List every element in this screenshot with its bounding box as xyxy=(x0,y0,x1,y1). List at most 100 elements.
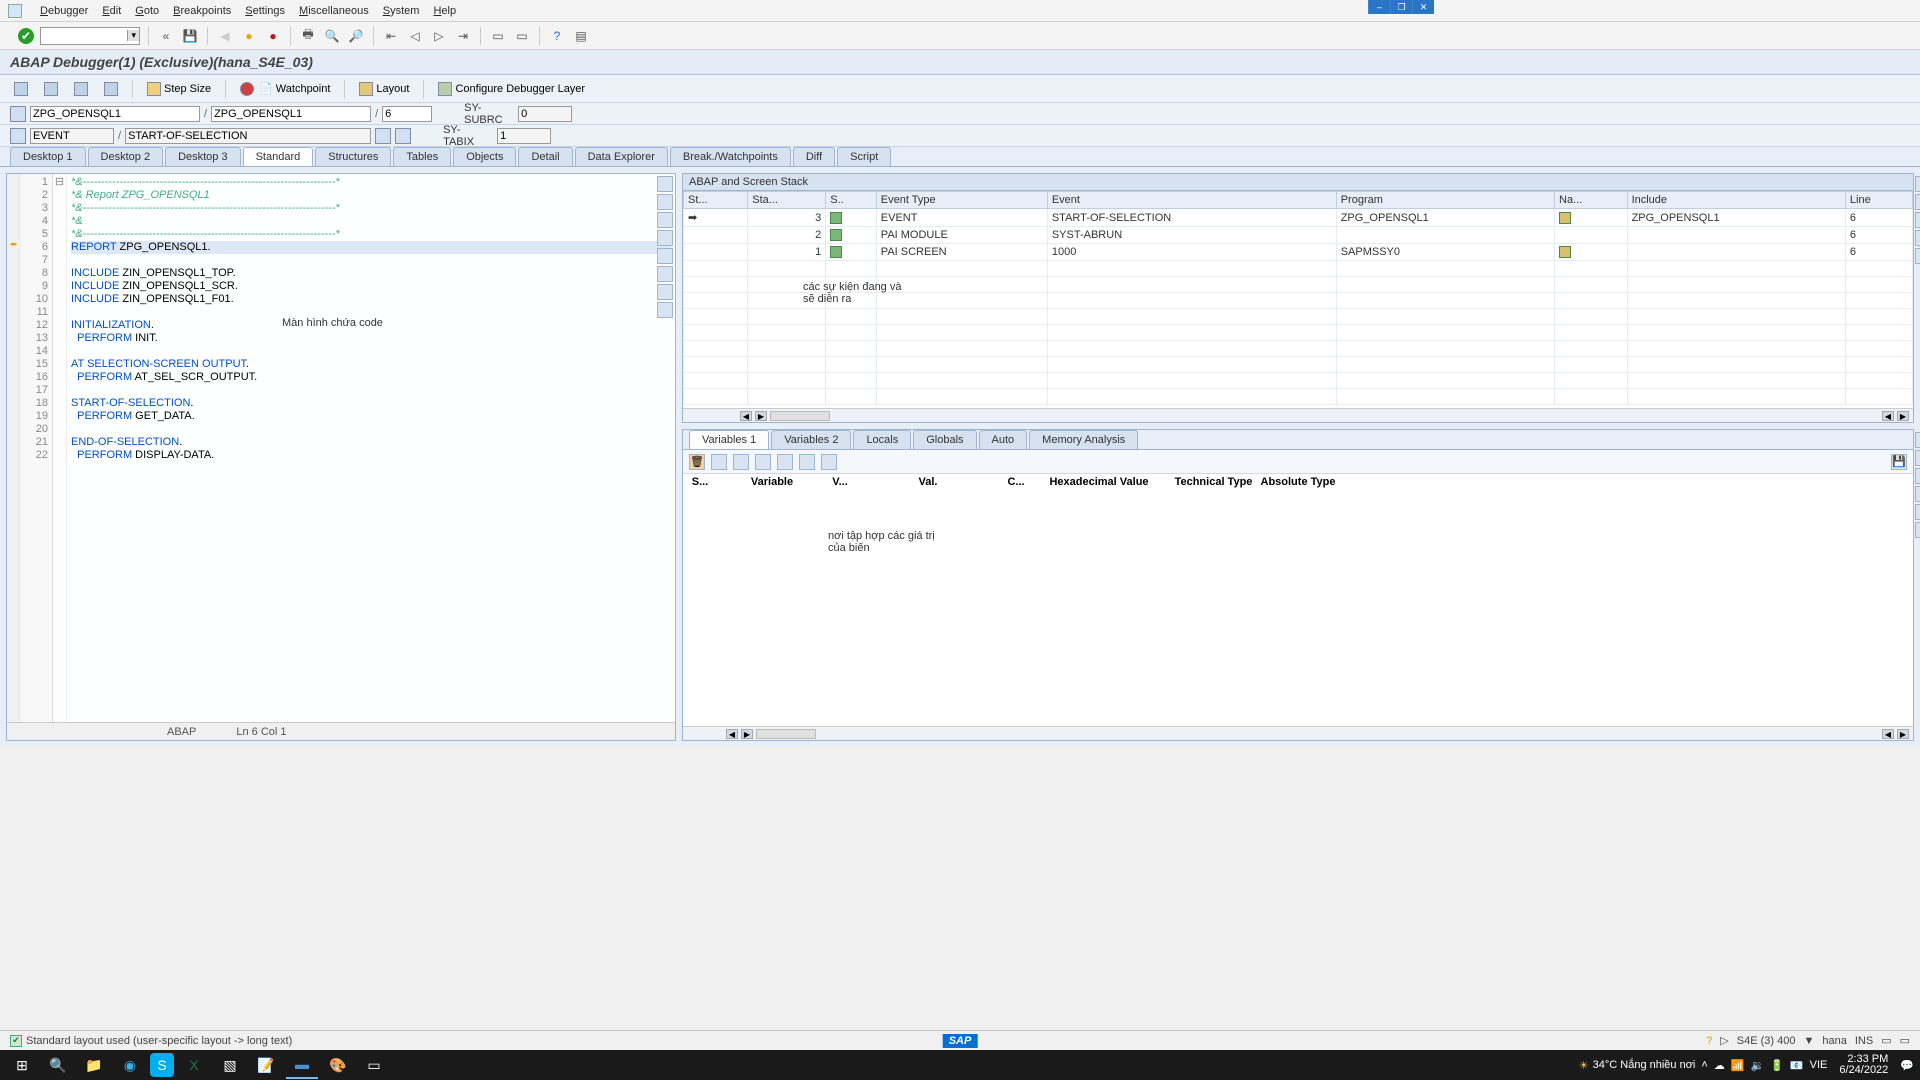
var-scroll-right[interactable]: ▶ xyxy=(741,729,753,739)
status-icon-1[interactable]: ▭ xyxy=(1881,1034,1891,1047)
side-icon-6[interactable] xyxy=(657,266,673,282)
first-page-icon[interactable]: ⇤ xyxy=(382,27,400,45)
tray-sound-icon[interactable]: 🔉 xyxy=(1751,1059,1765,1072)
window2-icon[interactable]: ▭ xyxy=(513,27,531,45)
close-button[interactable]: ✕ xyxy=(1412,0,1434,14)
watchpoint-button[interactable]: 📄Watchpoint xyxy=(236,80,334,98)
scroll-right2-icon[interactable]: ▶ xyxy=(1897,411,1909,421)
stack-col-Line[interactable]: Line xyxy=(1845,192,1912,209)
stack-col-Event[interactable]: Event xyxy=(1047,192,1336,209)
tray-mail-icon[interactable]: 📧 xyxy=(1790,1059,1804,1072)
var-tab-memory-analysis[interactable]: Memory Analysis xyxy=(1029,430,1138,449)
tab-break-watchpoints[interactable]: Break./Watchpoints xyxy=(670,147,791,166)
var-tb-5[interactable] xyxy=(777,454,793,470)
menu-settings[interactable]: Settings xyxy=(245,5,285,17)
var-tb-6[interactable] xyxy=(799,454,815,470)
program-nav-icon[interactable] xyxy=(10,106,26,122)
command-field[interactable] xyxy=(40,27,140,45)
var-scroll-left[interactable]: ◀ xyxy=(726,729,738,739)
layout-button[interactable]: Layout xyxy=(355,80,413,98)
paint-icon[interactable]: 🎨 xyxy=(322,1051,354,1079)
last-page-icon[interactable]: ⇥ xyxy=(454,27,472,45)
sy-subrc-field[interactable] xyxy=(518,106,572,122)
code-line-5[interactable]: *&--------------------------------------… xyxy=(71,228,671,241)
code-line-18[interactable]: START-OF-SELECTION. xyxy=(71,397,671,410)
sy-tabix-field[interactable] xyxy=(497,128,551,144)
var-tab-locals[interactable]: Locals xyxy=(853,430,911,449)
side-icon-3[interactable] xyxy=(657,212,673,228)
help-icon[interactable]: ? xyxy=(548,27,566,45)
var-scroll-left2[interactable]: ◀ xyxy=(1882,729,1894,739)
var-tb-3[interactable] xyxy=(733,454,749,470)
back-icon[interactable]: « xyxy=(157,27,175,45)
scroll-left2-icon[interactable]: ◀ xyxy=(1882,411,1894,421)
tab-objects[interactable]: Objects xyxy=(453,147,516,166)
stack-side-5[interactable] xyxy=(1915,248,1920,264)
event-btn2-icon[interactable] xyxy=(395,128,411,144)
stack-col-Program[interactable]: Program xyxy=(1336,192,1554,209)
side-icon-4[interactable] xyxy=(657,230,673,246)
var-col-S[interactable]: S... xyxy=(685,476,715,488)
stack-col-S[interactable]: S.. xyxy=(826,192,877,209)
tab-script[interactable]: Script xyxy=(837,147,891,166)
menu-help[interactable]: Help xyxy=(433,5,456,17)
tab-detail[interactable]: Detail xyxy=(518,147,572,166)
stack-col-Sta[interactable]: Sta... xyxy=(748,192,826,209)
code-line-13[interactable]: PERFORM INIT. xyxy=(71,332,671,345)
menu-goto[interactable]: Goto xyxy=(135,5,159,17)
var-side-2[interactable] xyxy=(1915,450,1920,466)
stack-col-EventType[interactable]: Event Type xyxy=(876,192,1047,209)
var-tb-7[interactable] xyxy=(821,454,837,470)
var-col-Variable[interactable]: Variable xyxy=(717,476,827,488)
side-icon-1[interactable] xyxy=(657,176,673,192)
prev-page-icon[interactable]: ◁ xyxy=(406,27,424,45)
tray-expand-icon[interactable]: ˄ xyxy=(1701,1059,1707,1071)
tab-tables[interactable]: Tables xyxy=(393,147,451,166)
program-field-2[interactable] xyxy=(211,106,371,122)
var-side-6[interactable] xyxy=(1915,522,1920,538)
var-col-C[interactable]: C... xyxy=(1005,476,1027,488)
app-icon-1[interactable]: ▧ xyxy=(214,1051,246,1079)
step-size-button[interactable]: Step Size xyxy=(143,80,215,98)
stack-col-Na[interactable]: Na... xyxy=(1555,192,1628,209)
code-line-4[interactable]: *& xyxy=(71,215,671,228)
code-line-15[interactable]: AT SELECTION-SCREEN OUTPUT. xyxy=(71,358,671,371)
event-type-field[interactable] xyxy=(30,128,114,144)
search-button[interactable]: 🔍 xyxy=(42,1051,74,1079)
side-icon-2[interactable] xyxy=(657,194,673,210)
var-col-V[interactable]: V... xyxy=(829,476,851,488)
tray-wifi-icon[interactable]: 📶 xyxy=(1731,1059,1745,1072)
tab-desktop-3[interactable]: Desktop 3 xyxy=(165,147,241,166)
code-line-16[interactable]: PERFORM AT_SEL_SCR_OUTPUT. xyxy=(71,371,671,384)
var-col-Val[interactable]: Val. xyxy=(853,476,1003,488)
stack-side-4[interactable] xyxy=(1915,230,1920,246)
side-icon-8[interactable] xyxy=(657,302,673,318)
menu-system[interactable]: System xyxy=(383,5,420,17)
next-page-icon[interactable]: ▷ xyxy=(430,27,448,45)
var-tab-variables-2[interactable]: Variables 2 xyxy=(771,430,851,449)
step-over-button[interactable] xyxy=(40,80,62,98)
excel-icon[interactable]: X xyxy=(178,1051,210,1079)
var-side-1[interactable] xyxy=(1915,432,1920,448)
var-tb-2[interactable] xyxy=(711,454,727,470)
code-line-17[interactable] xyxy=(71,384,671,397)
save-icon[interactable]: 💾 xyxy=(181,27,199,45)
var-tb-4[interactable] xyxy=(755,454,771,470)
event-name-field[interactable] xyxy=(125,128,371,144)
code-line-6[interactable]: REPORT ZPG_OPENSQL1. xyxy=(71,241,671,254)
code-line-2[interactable]: *& Report ZPG_OPENSQL1 xyxy=(71,189,671,202)
stack-side-2[interactable] xyxy=(1915,194,1920,210)
tray-cloud-icon[interactable]: ☁ xyxy=(1714,1059,1725,1072)
notification-icon[interactable]: 💬 xyxy=(1900,1059,1914,1072)
minimize-button[interactable]: – xyxy=(1368,0,1390,14)
var-col-HexadecimalValue[interactable]: Hexadecimal Value xyxy=(1029,476,1169,488)
var-save-icon[interactable]: 💾 xyxy=(1891,454,1907,470)
code-line-14[interactable] xyxy=(71,345,671,358)
stack-row[interactable]: ➡3EVENTSTART-OF-SELECTIONZPG_OPENSQL1ZPG… xyxy=(684,209,1913,227)
code-line-19[interactable]: PERFORM GET_DATA. xyxy=(71,410,671,423)
maximize-button[interactable]: ❐ xyxy=(1390,0,1412,14)
menu-breakpoints[interactable]: Breakpoints xyxy=(173,5,231,17)
stack-col-Include[interactable]: Include xyxy=(1627,192,1845,209)
code-line-7[interactable] xyxy=(71,254,671,267)
menu-debugger[interactable]: Debugger xyxy=(40,5,88,17)
